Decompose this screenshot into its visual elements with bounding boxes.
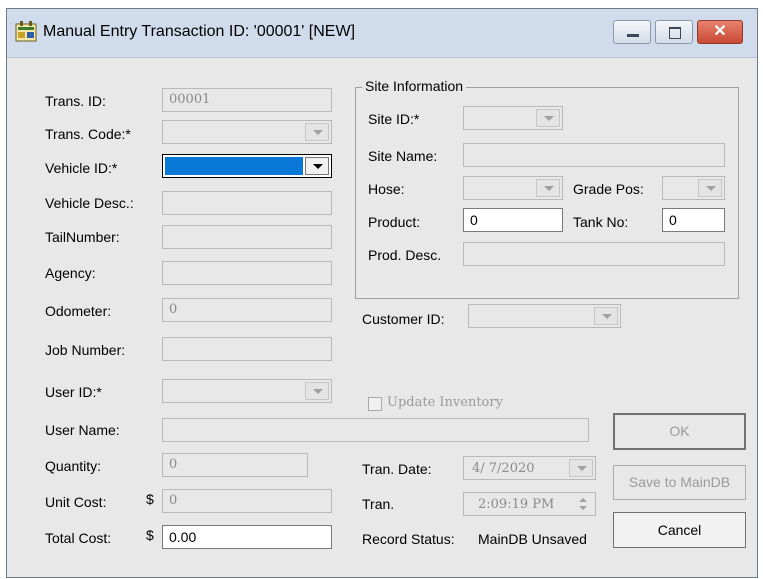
total-cost-label: Total Cost: <box>45 530 112 546</box>
unit-cost-field[interactable]: 0 <box>162 489 332 513</box>
tank-no-label: Tank No: <box>573 214 629 230</box>
unit-cost-currency: $ <box>146 491 154 507</box>
close-button[interactable]: ✕ <box>697 20 743 44</box>
chevron-down-icon[interactable] <box>569 459 593 477</box>
job-number-field[interactable] <box>162 337 332 361</box>
site-id-label: Site ID:* <box>368 111 420 127</box>
tran-time-label: Tran. <box>362 496 395 512</box>
tail-number-field[interactable] <box>162 225 332 249</box>
chevron-down-icon[interactable] <box>536 179 560 197</box>
total-cost-field[interactable]: 0.00 <box>162 525 332 549</box>
vehicle-id-combo[interactable] <box>162 154 332 178</box>
job-number-label: Job Number: <box>45 342 126 358</box>
site-name-field[interactable] <box>463 143 725 167</box>
vehicle-desc-field[interactable] <box>162 191 332 215</box>
site-id-combo[interactable] <box>463 106 563 130</box>
chevron-down-icon[interactable] <box>698 179 722 197</box>
window-title: Manual Entry Transaction ID: '00001' [NE… <box>43 23 356 40</box>
app-icon <box>15 21 37 42</box>
grade-pos-label: Grade Pos: <box>573 181 644 197</box>
vehicle-desc-label: Vehicle Desc.: <box>45 195 134 211</box>
minimize-button[interactable] <box>613 20 651 44</box>
save-to-maindb-button[interactable]: Save to MainDB <box>613 465 746 500</box>
grade-pos-combo[interactable] <box>662 176 725 200</box>
spin-down-icon[interactable] <box>573 504 593 513</box>
site-name-label: Site Name: <box>368 148 438 164</box>
manual-entry-window: Manual Entry Transaction ID: '00001' [NE… <box>6 8 758 578</box>
tran-date-picker[interactable]: 4/ 7/2020 <box>463 456 596 480</box>
tail-number-label: TailNumber: <box>45 229 120 245</box>
quantity-label: Quantity: <box>45 458 102 474</box>
chevron-down-icon[interactable] <box>536 109 560 127</box>
odometer-field[interactable]: 0 <box>162 298 332 322</box>
site-information-title: Site Information <box>362 78 467 94</box>
ok-button[interactable]: OK <box>613 413 746 450</box>
title-bar[interactable]: Manual Entry Transaction ID: '00001' [NE… <box>7 9 757 58</box>
odometer-label: Odometer: <box>45 303 112 319</box>
trans-code-combo[interactable] <box>162 120 332 144</box>
tran-date-label: Tran. Date: <box>362 461 432 477</box>
quantity-field[interactable]: 0 <box>162 453 308 477</box>
trans-code-label: Trans. Code:* <box>45 126 131 142</box>
record-status-value: MainDB Unsaved <box>478 531 587 547</box>
chevron-down-icon[interactable] <box>305 123 329 141</box>
update-inventory-checkbox[interactable] <box>368 397 382 411</box>
customer-id-label: Customer ID: <box>362 311 445 327</box>
tran-time-spinner[interactable]: 2:09:19 PM <box>463 492 596 516</box>
agency-field[interactable] <box>162 261 332 285</box>
unit-cost-label: Unit Cost: <box>45 494 107 510</box>
customer-id-combo[interactable] <box>468 304 621 328</box>
time-spin-control[interactable] <box>573 495 593 513</box>
prod-desc-field[interactable] <box>463 242 725 266</box>
hose-combo[interactable] <box>463 176 563 200</box>
maximize-icon <box>669 27 681 39</box>
maximize-button[interactable] <box>655 20 693 44</box>
user-id-label: User ID:* <box>45 384 102 400</box>
prod-desc-label: Prod. Desc. <box>368 247 442 263</box>
record-status-label: Record Status: <box>362 531 455 547</box>
product-label: Product: <box>368 214 421 230</box>
spin-up-icon[interactable] <box>573 495 593 504</box>
minimize-icon <box>627 34 639 37</box>
close-icon: ✕ <box>713 23 727 40</box>
update-inventory-label: Update Inventory <box>387 395 503 410</box>
user-id-combo[interactable] <box>162 379 332 403</box>
agency-label: Agency: <box>45 265 96 281</box>
vehicle-id-selection <box>165 157 303 175</box>
cancel-button[interactable]: Cancel <box>613 512 746 548</box>
user-name-field[interactable] <box>162 418 589 442</box>
product-field[interactable]: 0 <box>463 208 563 232</box>
chevron-down-icon[interactable] <box>594 307 618 325</box>
tank-no-field[interactable]: 0 <box>662 208 725 232</box>
trans-id-label: Trans. ID: <box>45 93 106 109</box>
hose-label: Hose: <box>368 181 405 197</box>
user-name-label: User Name: <box>45 422 120 438</box>
vehicle-id-label: Vehicle ID:* <box>45 160 118 176</box>
tran-date-value: 4/ 7/2020 <box>472 461 535 476</box>
tran-time-value: 2:09:19 PM <box>478 497 555 512</box>
total-cost-currency: $ <box>146 527 154 543</box>
trans-id-field[interactable]: 00001 <box>162 88 332 112</box>
chevron-down-icon[interactable] <box>305 382 329 400</box>
chevron-down-icon[interactable] <box>305 157 329 175</box>
